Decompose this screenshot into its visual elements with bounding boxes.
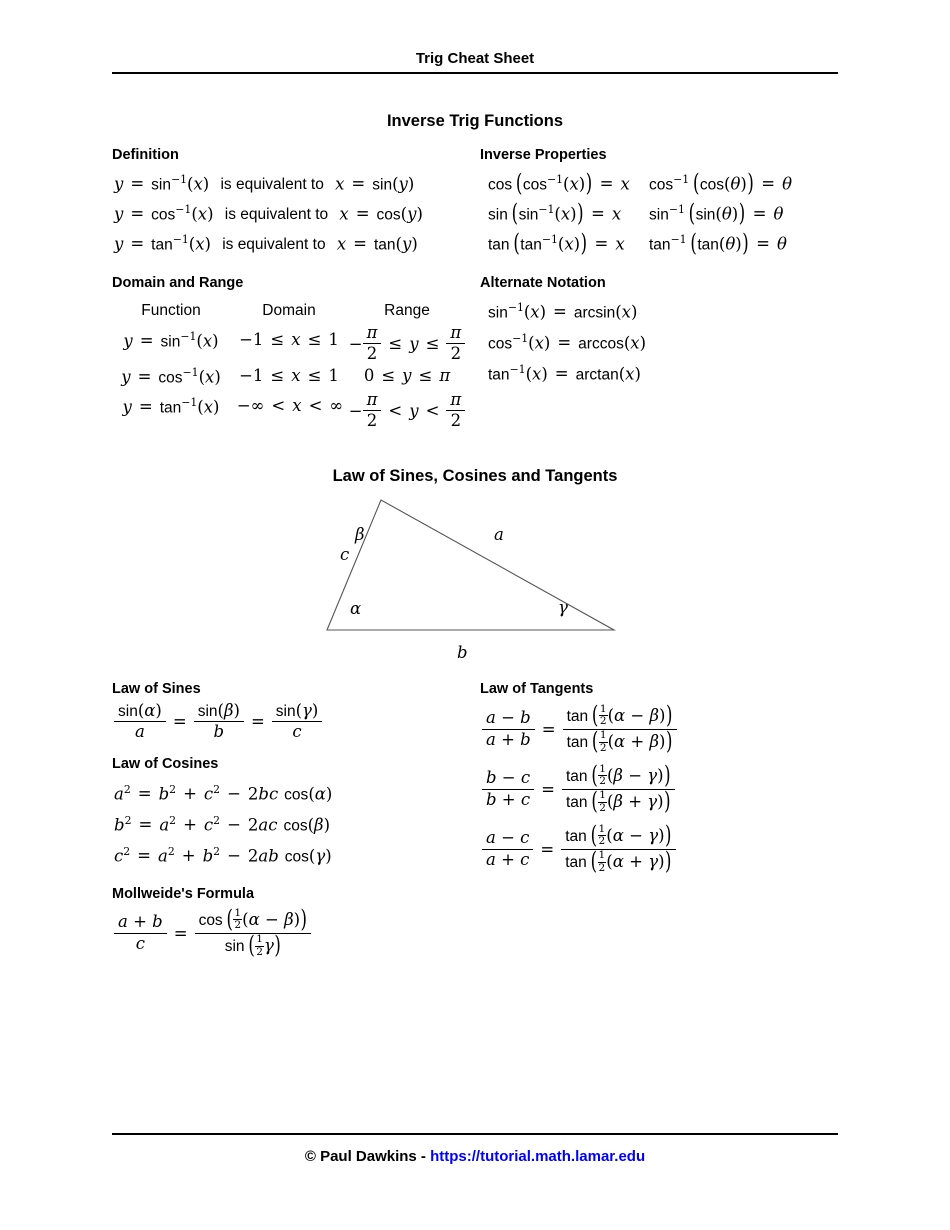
column-header-range: Range [384,302,430,319]
definition-row: y = tan−1(x) is equivalent to x = tan(y) [114,233,418,254]
inverse-property-row: cos−1 (cos(θ)) = θ [649,169,793,198]
law-of-sines-equation: sin(α) a = sin(β) b = sin(γ) c [114,701,323,743]
heading-inverse-properties: Inverse Properties [480,147,607,163]
law-of-tangents-row: a − ca + c = tan (1 2 (α − γ)) tan (1 2 (α + γ)… [482,821,676,875]
law-of-cosines-row: b2 = a2 + c2−2ac cos(β) [114,814,330,835]
heading-alternate-notation: Alternate Notation [480,275,606,291]
footer-url-link[interactable]: https://tutorial.math.lamar.edu [430,1148,645,1165]
table-row-function: y = tan−1(x) [122,396,220,417]
footer-copyright: © Paul Dawkins - [304,1148,431,1165]
triangle-outline [326,499,617,631]
inverse-property-row: tan (tan−1(x)) = x [488,229,625,258]
table-row-domain: −1 ≤ x ≤1 [239,366,339,385]
column-header-domain: Domain [262,302,316,319]
page-header-title: Trig Cheat Sheet [415,50,535,67]
heading-definition: Definition [112,147,179,163]
triangle-angle-alpha: α [350,599,362,618]
page-footer: © Paul Dawkins - https://tutorial.math.l… [112,1148,838,1165]
heading-domain-and-range: Domain and Range [112,275,244,291]
triangle-side-a: a [494,525,504,544]
cheat-sheet-page: Trig Cheat Sheet Inverse Trig Functions … [112,0,838,1230]
section-title-laws: Law of Sines, Cosines and Tangents [332,467,618,485]
heading-law-of-cosines: Law of Cosines [112,756,219,772]
law-of-cosines-row: a2 = b2 + c2−2bc cos(α) [114,783,333,804]
heading-law-of-tangents: Law of Tangents [480,681,594,697]
footer-rule [112,1133,838,1135]
column-header-function: Function [141,302,201,319]
table-row-domain: −∞ < x < ∞ [236,396,344,415]
table-row-domain: −1 ≤ x ≤1 [239,330,339,349]
alternate-notation-row: sin−1(x) = arcsin(x) [488,301,638,322]
triangle-side-c: c [340,545,350,564]
definition-row: y = sin−1(x) is equivalent to x = sin(y) [114,173,415,194]
heading-law-of-sines: Law of Sines [112,681,201,697]
mollweide-equation: a + b c = cos (1 2 (α − β)) sin (1 2 γ) [114,905,312,959]
inverse-property-row: tan−1 (tan(θ)) = θ [649,229,787,258]
triangle-svg [326,499,617,631]
triangle-side-b: b [457,643,468,662]
inverse-property-row: sin (sin−1(x)) = x [488,199,622,228]
alternate-notation-row: cos−1(x) = arccos(x) [488,332,647,353]
header-rule [112,72,838,74]
inverse-property-row: sin−1 (sin(θ)) = θ [649,199,784,228]
law-of-cosines-row: c2 = a2 + b2−2ab cos(γ) [114,845,332,866]
law-of-tangents-row: b − cb + c = tan (1 2 (β − γ)) tan (1 2 (β + γ)… [482,761,676,815]
table-row-range: − π 2 ≤ y ≤ π 2 [348,323,466,365]
section-title-inverse-trig: Inverse Trig Functions [386,112,564,130]
table-row-function: y = sin−1(x) [123,330,219,351]
table-row-function: y = cos−1(x) [121,366,221,387]
inverse-property-row: cos (cos−1(x)) = x [488,169,630,198]
table-row-range: 0 ≤ y ≤ π [363,366,451,385]
heading-mollweide: Mollweide's Formula [112,886,255,902]
definition-row: y = cos−1(x) is equivalent to x = cos(y) [114,203,423,224]
table-row-range: − π 2 < y < π 2 [348,390,466,432]
triangle-angle-beta: β [355,525,365,544]
law-of-tangents-row: a − ba + b = tan (1 2 (α − β)) tan (1 2 (α + β)… [482,701,677,755]
alternate-notation-row: tan−1(x) = arctan(x) [488,363,641,384]
triangle-angle-gamma: γ [558,598,568,617]
